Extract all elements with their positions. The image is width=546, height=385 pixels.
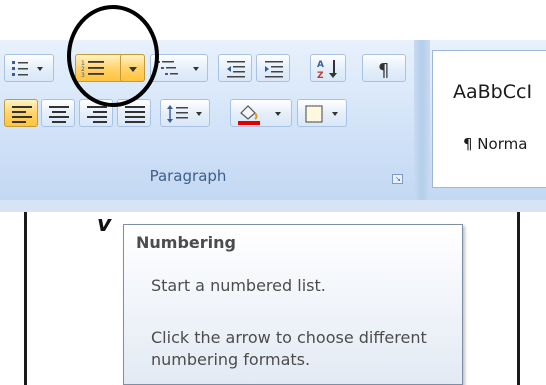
multilevel-list-icon [157, 61, 199, 75]
paragraph-dialog-launcher[interactable]: ↘ [392, 174, 403, 184]
group-separator [414, 40, 430, 200]
styles-gallery[interactable]: AaBbCcI ¶ Norma [432, 50, 546, 188]
document-band [0, 200, 546, 212]
align-left-icon [12, 106, 32, 123]
sort-button[interactable]: A Z [310, 54, 346, 82]
decrease-indent-button[interactable] [218, 54, 252, 82]
justify-button[interactable] [117, 99, 151, 127]
style-sample-text: AaBbCcI [453, 81, 533, 103]
numbering-dropdown-button[interactable] [120, 54, 145, 82]
border-icon [305, 105, 338, 123]
shading-button[interactable] [230, 99, 292, 127]
align-center-icon [49, 106, 69, 123]
pilcrow-icon: ¶ [378, 60, 389, 81]
decrease-indent-icon [227, 61, 245, 78]
align-center-button[interactable] [41, 99, 75, 127]
justify-icon [125, 106, 145, 123]
line-spacing-button[interactable] [160, 99, 210, 127]
svg-text:3: 3 [81, 72, 85, 79]
svg-text:Z: Z [317, 71, 324, 81]
document-text-glyph: v [97, 212, 112, 237]
line-spacing-icon [167, 105, 202, 123]
bullets-icon [12, 61, 43, 76]
tooltip-description: Start a numbered list. [151, 276, 326, 295]
borders-button[interactable] [297, 99, 347, 127]
numbering-tooltip: Numbering Start a numbered list. Click t… [123, 224, 463, 385]
bullets-button[interactable] [4, 54, 54, 82]
dialog-launcher-icon: ↘ [395, 175, 401, 183]
increase-indent-icon [265, 61, 283, 78]
svg-text:¶: ¶ [378, 60, 389, 81]
svg-text:A: A [317, 60, 324, 70]
align-right-button[interactable] [79, 99, 113, 127]
chevron-down-icon [129, 67, 137, 72]
top-strip [0, 0, 546, 40]
align-right-icon [87, 106, 107, 123]
increase-indent-button[interactable] [256, 54, 290, 82]
multilevel-list-button[interactable] [150, 54, 208, 82]
sort-az-icon: A Z [317, 60, 337, 81]
tooltip-title: Numbering [136, 233, 236, 252]
paint-bucket-icon [238, 105, 281, 125]
style-name-normal[interactable]: ¶ Norma [463, 135, 527, 153]
align-left-button[interactable] [4, 99, 38, 127]
paragraph-group-label: Paragraph [149, 167, 227, 185]
tooltip-hint: Click the arrow to choose different numb… [151, 328, 427, 369]
show-hide-button[interactable]: ¶ [362, 54, 406, 82]
